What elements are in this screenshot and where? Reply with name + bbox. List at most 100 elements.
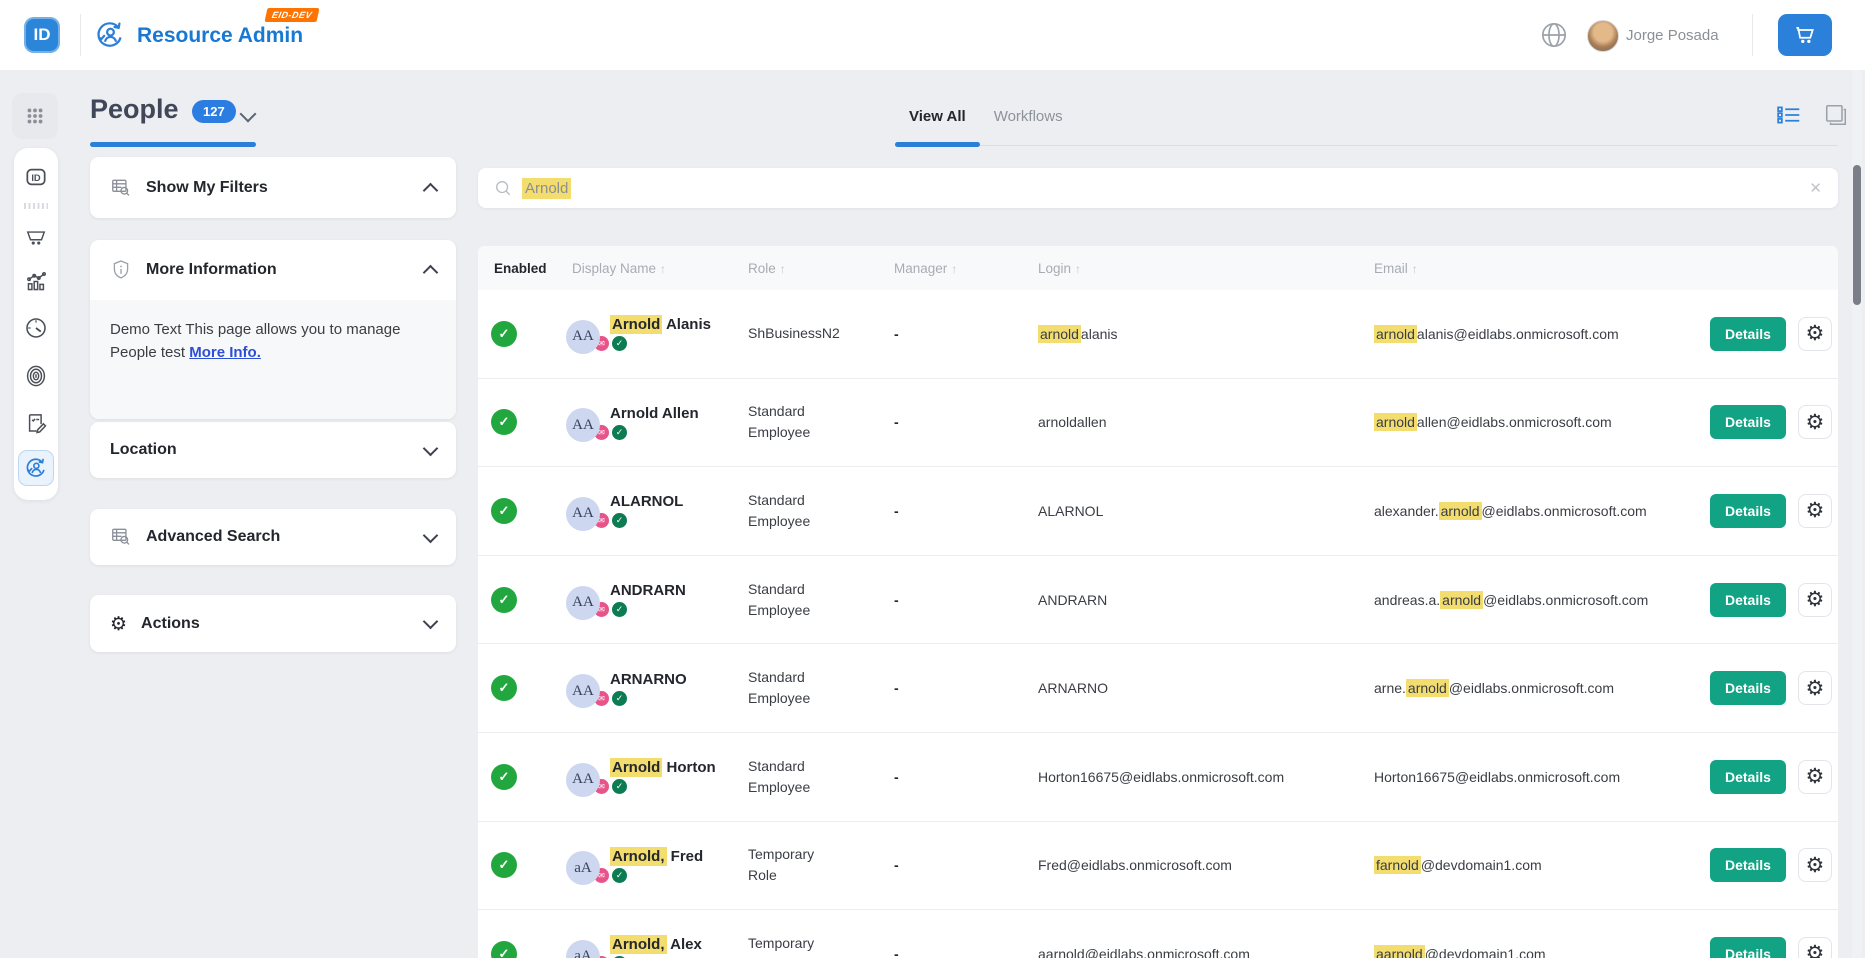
display-name: Arnold Allen xyxy=(610,405,748,422)
enabled-status-icon: ✓ xyxy=(491,941,517,958)
email-cell: alexander.arnold@eidlabs.onmicrosoft.com xyxy=(1374,503,1700,519)
verified-badge-icon: ✓ xyxy=(612,779,627,794)
apps-grid-icon xyxy=(25,106,45,126)
verified-badge-icon: ✓ xyxy=(612,336,627,351)
more-info-link[interactable]: More Info. xyxy=(189,344,261,361)
tab-view-all[interactable]: View All xyxy=(895,88,980,147)
details-button[interactable]: Details xyxy=(1710,671,1786,705)
avatar: AA xyxy=(566,320,600,354)
role-cell: Standard Employee xyxy=(748,756,894,798)
email-cell: arnoldallen@eidlabs.onmicrosoft.com xyxy=(1374,414,1700,430)
row-settings-button[interactable]: ⚙ xyxy=(1798,583,1832,617)
table-header: Enabled Display Name↑ Role↑ Manager↑ Log… xyxy=(478,246,1838,290)
display-name: Arnold, Alex xyxy=(610,936,748,953)
actions-header[interactable]: ⚙ Actions xyxy=(90,595,456,652)
fingerprint-icon xyxy=(24,364,48,388)
details-button[interactable]: Details xyxy=(1710,583,1786,617)
svg-text:ID: ID xyxy=(31,173,41,183)
avatar: aA xyxy=(566,940,600,958)
count-badge: 127 xyxy=(192,100,236,123)
col-manager[interactable]: Manager↑ xyxy=(894,261,1038,276)
col-display-name[interactable]: Display Name↑ xyxy=(556,261,748,276)
avatar: AA xyxy=(566,763,600,797)
row-settings-button[interactable]: ⚙ xyxy=(1798,848,1832,882)
user-name[interactable]: Jorge Posada xyxy=(1626,27,1719,44)
tab-workflows[interactable]: Workflows xyxy=(980,88,1077,147)
details-button[interactable]: Details xyxy=(1710,937,1786,958)
row-settings-button[interactable]: ⚙ xyxy=(1798,937,1832,958)
enabled-status-icon: ✓ xyxy=(491,587,517,613)
sidebar-item-id-badge[interactable]: ID xyxy=(17,158,55,196)
row-settings-button[interactable]: ⚙ xyxy=(1798,760,1832,794)
table-body: ✓AAArnold Alanis✉✓ShBusinessN2-arnoldala… xyxy=(478,290,1838,958)
location-header[interactable]: Location xyxy=(90,422,456,478)
sidebar-item-fingerprint[interactable] xyxy=(17,352,55,400)
row-settings-button[interactable]: ⚙ xyxy=(1798,405,1832,439)
card-view-icon[interactable] xyxy=(1824,103,1848,127)
details-button[interactable]: Details xyxy=(1710,760,1786,794)
row-settings-button[interactable]: ⚙ xyxy=(1798,317,1832,351)
person-sync-icon xyxy=(24,456,48,480)
details-button[interactable]: Details xyxy=(1710,494,1786,528)
role-cell: Temporary Role xyxy=(748,933,894,958)
show-my-filters-header[interactable]: Show My Filters xyxy=(90,157,456,218)
row-settings-button[interactable]: ⚙ xyxy=(1798,671,1832,705)
login-cell: arnoldallen xyxy=(1038,414,1374,430)
gear-icon: ⚙ xyxy=(110,613,127,635)
display-name: ARNARNO xyxy=(610,671,748,688)
sidebar-item-gauge[interactable] xyxy=(17,304,55,352)
resource-admin-app: ID Resource Admin EID-DEV Jorge Posada xyxy=(0,0,1865,958)
user-avatar[interactable] xyxy=(1587,20,1619,52)
enabled-status-icon: ✓ xyxy=(491,852,517,878)
show-my-filters-label: Show My Filters xyxy=(146,179,425,197)
table-row: ✓AAARNARNO✉✓Standard Employee-ARNARNOarn… xyxy=(478,644,1838,733)
more-information-body: Demo Text This page allows you to manage… xyxy=(90,300,456,419)
role-cell: Standard Employee xyxy=(748,490,894,532)
email-cell: andreas.a.arnold@eidlabs.onmicrosoft.com xyxy=(1374,592,1700,608)
app-title: Resource Admin xyxy=(137,24,303,48)
email-cell: farnold@devdomain1.com xyxy=(1374,857,1700,873)
filter-card-show-my-filters: Show My Filters xyxy=(90,157,456,218)
details-button[interactable]: Details xyxy=(1710,317,1786,351)
email-cell: Horton16675@eidlabs.onmicrosoft.com xyxy=(1374,769,1700,785)
chevron-down-icon xyxy=(423,440,439,456)
more-information-header[interactable]: More Information xyxy=(90,240,456,300)
scrollbar-thumb[interactable] xyxy=(1853,165,1861,305)
company-logo[interactable]: ID xyxy=(24,17,60,53)
manager-cell: - xyxy=(894,592,1038,608)
search-input[interactable]: Arnold ✕ xyxy=(478,168,1838,208)
filter-search-icon xyxy=(110,526,132,548)
manager-cell: - xyxy=(894,503,1038,519)
manager-cell: - xyxy=(894,857,1038,873)
sidebar-item-analytics[interactable] xyxy=(17,258,55,304)
sidebar-item-tasks[interactable] xyxy=(17,400,55,446)
list-view-icon[interactable] xyxy=(1776,104,1802,126)
info-icon xyxy=(110,259,132,281)
tasks-edit-icon xyxy=(25,412,48,435)
col-login[interactable]: Login↑ xyxy=(1038,261,1374,276)
table-row: ✓aAArnold, Fred✉✓Temporary Role-Fred@eid… xyxy=(478,822,1838,911)
chevron-up-icon xyxy=(423,265,439,281)
dotted-divider xyxy=(24,203,48,209)
col-role[interactable]: Role↑ xyxy=(748,261,894,276)
col-email[interactable]: Email↑ xyxy=(1374,261,1700,276)
scrollbar-track[interactable] xyxy=(1852,70,1862,958)
enabled-status-icon: ✓ xyxy=(491,321,517,347)
enabled-status-icon: ✓ xyxy=(491,498,517,524)
sidebar-item-cart[interactable] xyxy=(17,216,55,258)
cart-button[interactable] xyxy=(1778,14,1832,56)
clear-search-icon[interactable]: ✕ xyxy=(1809,179,1822,197)
language-globe-icon[interactable] xyxy=(1540,21,1568,49)
details-button[interactable]: Details xyxy=(1710,848,1786,882)
location-label: Location xyxy=(110,441,425,459)
email-cell: arne.arnold@eidlabs.onmicrosoft.com xyxy=(1374,680,1700,696)
row-settings-button[interactable]: ⚙ xyxy=(1798,494,1832,528)
table-row: ✓AAArnold Horton✉✓Standard Employee-Hort… xyxy=(478,733,1838,822)
sidebar-item-people-active[interactable] xyxy=(18,450,54,486)
email-cell: aarnold@devdomain1.com xyxy=(1374,946,1700,958)
chevron-down-icon[interactable] xyxy=(240,106,257,123)
apps-grid-button[interactable] xyxy=(12,93,58,139)
tabs: View All Workflows xyxy=(895,88,1077,147)
advanced-search-header[interactable]: Advanced Search xyxy=(90,509,456,565)
details-button[interactable]: Details xyxy=(1710,405,1786,439)
